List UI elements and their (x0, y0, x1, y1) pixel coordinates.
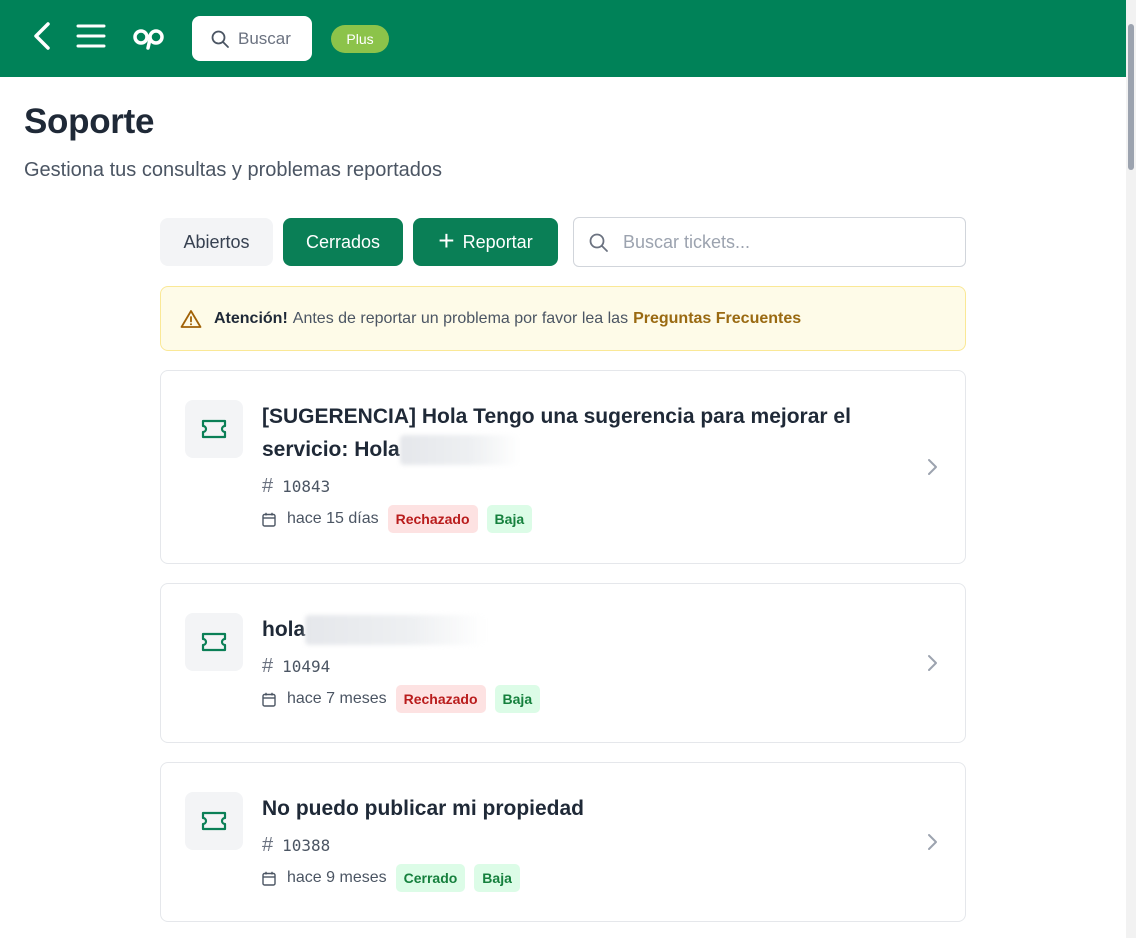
priority-badge: Baja (486, 505, 533, 533)
priority-badge: Baja (494, 685, 541, 713)
ticket-id: # 10388 (262, 834, 330, 857)
ticket-search-field[interactable] (573, 217, 966, 267)
ticket-meta: hace 15 días Rechazado Baja (262, 505, 533, 533)
hash-icon: # (262, 475, 274, 497)
page-title: Soporte (24, 102, 155, 141)
ticket-date: hace 7 meses (287, 690, 387, 707)
page-subtitle: Gestiona tus consultas y problemas repor… (24, 159, 442, 181)
brand-logo-icon[interactable] (132, 22, 166, 52)
calendar-icon (262, 692, 276, 707)
redacted-text (305, 615, 486, 646)
ticket-meta: hace 9 meses Cerrado Baja (262, 864, 520, 892)
ticket-meta: hace 7 meses Rechazado Baja (262, 685, 541, 713)
calendar-icon (262, 871, 276, 886)
hash-icon: # (262, 655, 274, 677)
priority-badge: Baja (474, 864, 520, 892)
ticket-title-line1: [SUGERENCIA] Hola Tengo una sugerencia p… (262, 405, 851, 428)
status-badge: Cerrado (395, 864, 466, 892)
ticket-title-text: hola (262, 618, 306, 641)
global-search-button[interactable]: Buscar (192, 16, 312, 61)
ticket-date: hace 15 días (287, 510, 379, 527)
open-tickets-tab[interactable]: Abiertos (160, 218, 273, 266)
ticket-card[interactable]: [SUGERENCIA] Hola Tengo una sugerencia p… (160, 370, 966, 564)
page-scrollbar[interactable] (1126, 0, 1136, 938)
ticket-id-value: 10494 (282, 657, 331, 676)
ticket-title-line2: servicio: Hola (262, 438, 400, 461)
ticket-id: # 10494 (262, 655, 330, 678)
warning-icon (180, 309, 202, 328)
ticket-date: hace 9 meses (287, 869, 387, 886)
ticket-icon-box (185, 400, 243, 458)
search-icon (211, 30, 229, 48)
ticket-title-line2-wrap: servicio: Hola (262, 433, 882, 466)
status-badge: Rechazado (387, 505, 478, 533)
ticket-icon-box (185, 792, 243, 850)
chevron-right-icon (928, 655, 937, 671)
search-icon (589, 233, 608, 252)
hamburger-menu-icon[interactable] (76, 22, 106, 50)
ticket-title: hola (262, 613, 882, 646)
chevron-right-icon (928, 459, 937, 475)
back-arrow-icon[interactable] (28, 18, 56, 54)
ticket-icon (201, 632, 227, 652)
ticket-icon (201, 419, 227, 439)
global-search-label: Buscar (238, 28, 291, 48)
faq-warning-alert: Atención! Antes de reportar un problema … (160, 286, 966, 351)
scrollbar-thumb[interactable] (1128, 24, 1134, 170)
ticket-id-value: 10843 (282, 477, 331, 496)
status-badge: Rechazado (395, 685, 486, 713)
ticket-id: # 10843 (262, 475, 330, 498)
report-button[interactable]: + Reportar (413, 218, 558, 266)
ticket-card[interactable]: hola # 10494 hace 7 meses Rechazado Baja (160, 583, 966, 743)
ticket-id-value: 10388 (282, 836, 331, 855)
plus-icon: + (438, 224, 455, 256)
ticket-title: No puedo publicar mi propiedad (262, 797, 585, 820)
plan-badge[interactable]: Plus (331, 25, 389, 53)
chevron-right-icon (928, 834, 937, 850)
ticket-title: [SUGERENCIA] Hola Tengo una sugerencia p… (262, 400, 882, 466)
faq-link[interactable]: Preguntas Frecuentes (633, 310, 801, 328)
ticket-card[interactable]: No puedo publicar mi propiedad # 10388 h… (160, 762, 966, 922)
redacted-text (399, 435, 520, 466)
ticket-search-input[interactable] (623, 231, 943, 253)
closed-tickets-tab[interactable]: Cerrados (283, 218, 403, 266)
report-button-label: Reportar (462, 231, 533, 252)
ticket-icon-box (185, 613, 243, 671)
calendar-icon (262, 512, 276, 527)
hash-icon: # (262, 834, 274, 856)
ticket-icon (201, 811, 227, 831)
alert-title: Atención! (214, 309, 288, 327)
alert-text: Antes de reportar un problema por favor … (292, 309, 629, 327)
top-navigation-bar: Buscar Plus (0, 0, 1126, 77)
